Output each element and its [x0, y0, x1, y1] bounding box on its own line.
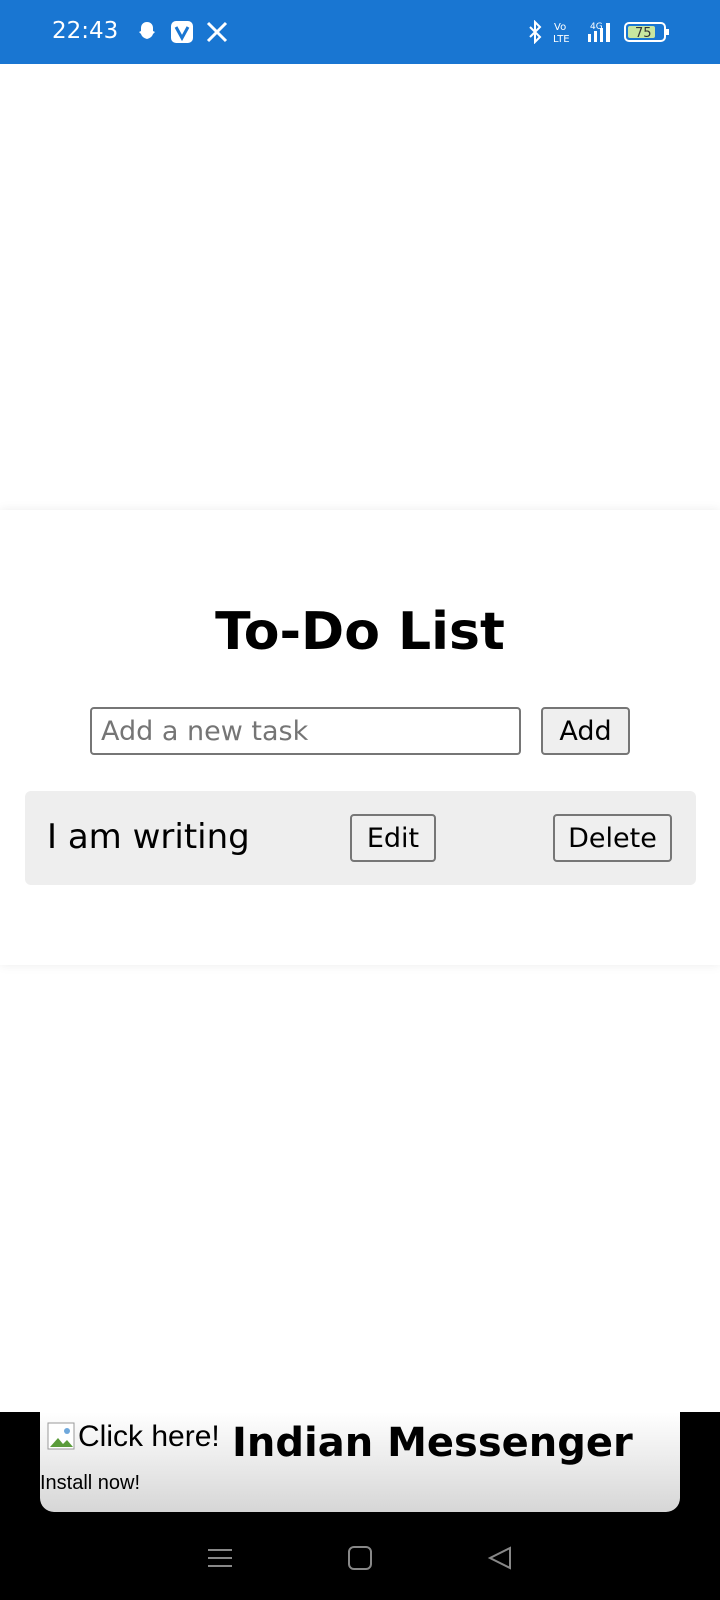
snapchat-icon	[136, 20, 158, 44]
signal-icon: 4G	[584, 20, 614, 44]
svg-text:Vo: Vo	[554, 22, 566, 33]
task-list-item: I am writing Edit Delete	[25, 791, 696, 885]
volte-icon: Vo LTE	[552, 20, 574, 44]
new-task-input[interactable]	[90, 707, 521, 755]
svg-text:LTE: LTE	[553, 34, 570, 44]
ad-app-name[interactable]: Indian Messenger	[232, 1420, 633, 1466]
ad-banner[interactable]: Click here! Indian Messenger Install now…	[40, 1412, 680, 1512]
delete-task-button[interactable]: Delete	[553, 814, 672, 862]
svg-text:75: 75	[635, 26, 652, 41]
page-title: To-Do List	[215, 602, 505, 662]
battery-icon: 75	[624, 21, 670, 43]
status-time: 22:43	[52, 18, 119, 44]
bluetooth-icon	[528, 20, 542, 44]
broken-image-icon	[47, 1422, 77, 1452]
navigation-bar	[0, 1515, 720, 1600]
edit-task-button[interactable]: Edit	[350, 814, 436, 862]
todo-card: To-Do List Add I am writing Edit Delete	[0, 510, 720, 965]
add-task-button[interactable]: Add	[541, 707, 630, 755]
ad-install-text[interactable]: Install now!	[40, 1472, 140, 1495]
v-app-icon	[170, 20, 194, 44]
home-icon[interactable]	[346, 1544, 374, 1572]
back-icon[interactable]	[486, 1544, 514, 1572]
x-icon	[206, 21, 228, 43]
task-text: I am writing	[47, 817, 250, 857]
ad-click-text[interactable]: Click here!	[78, 1420, 220, 1454]
recents-icon[interactable]	[206, 1544, 234, 1572]
status-bar: 22:43 Vo LTE 4G 75	[0, 0, 720, 64]
